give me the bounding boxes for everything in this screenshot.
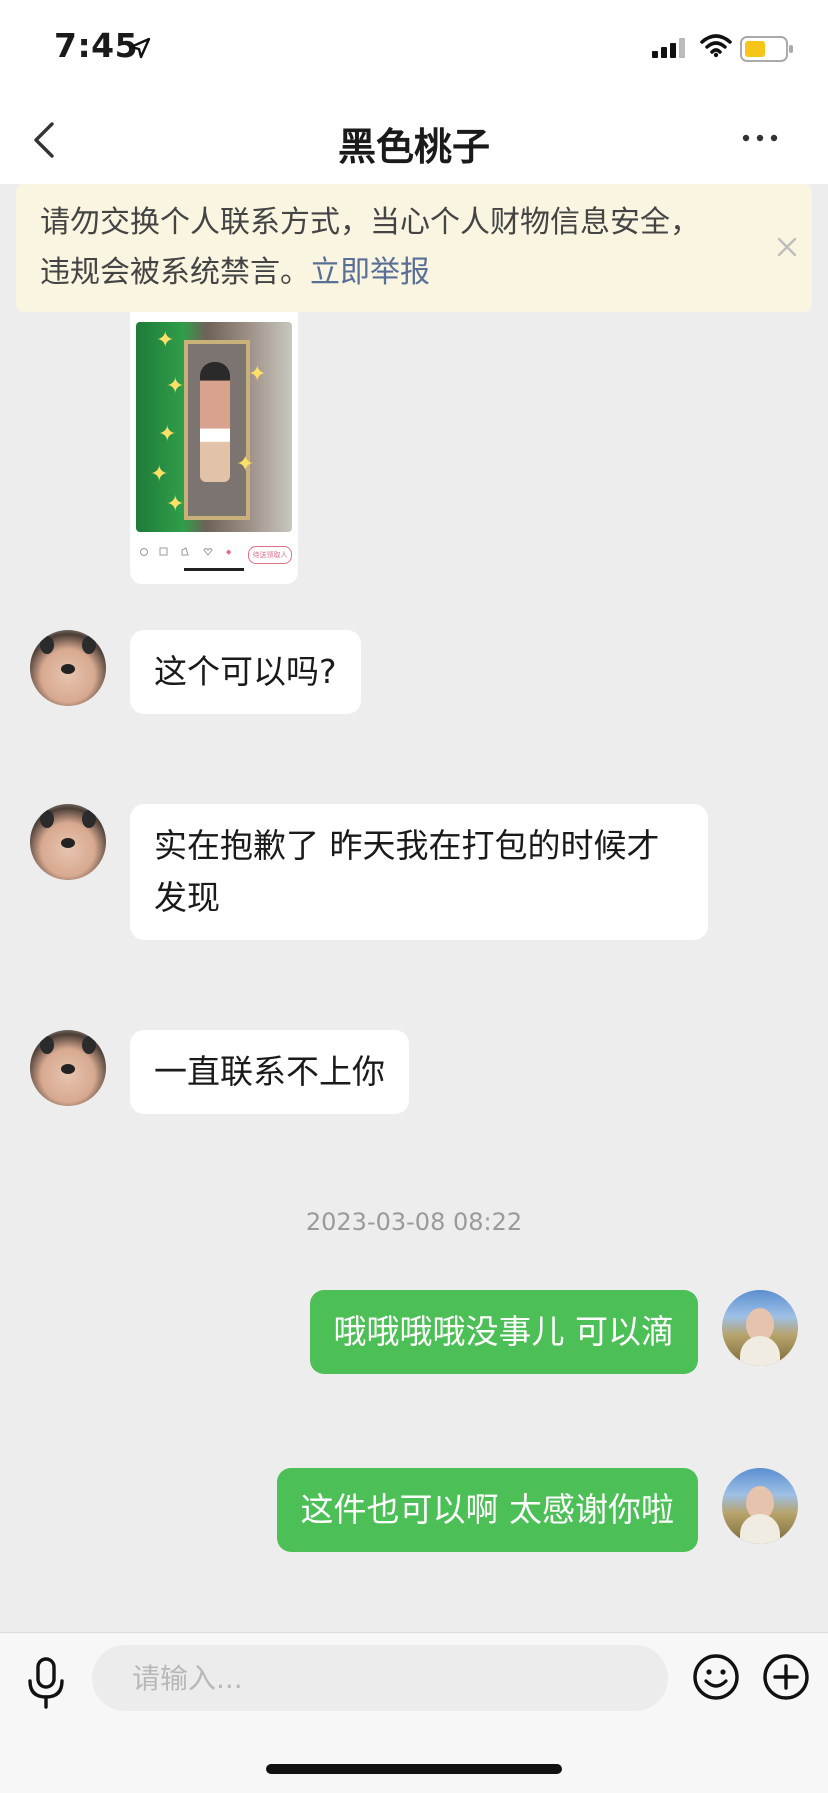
sparkle-icon: ✦ [150, 462, 169, 487]
sparkle-icon: ✦ [166, 492, 185, 517]
toolbar-icons: ◆ [140, 547, 232, 556]
location-arrow-icon [129, 37, 151, 59]
svg-text:◆: ◆ [226, 548, 232, 556]
nav-bar: 黑色桃子 [0, 96, 828, 184]
toolbar-pill-button: 待送领取人 [248, 546, 292, 564]
message-bubble-received[interactable]: 一直联系不上你 [130, 1030, 409, 1114]
report-link[interactable]: 立即举报 [310, 255, 430, 290]
notice-text: 请勿交换个人联系方式，当心个人财物信息安全，违规会被系统禁言。立即举报 [40, 198, 720, 298]
user-avatar[interactable] [722, 1290, 798, 1366]
home-indicator[interactable] [266, 1764, 562, 1774]
image-message[interactable]: ✦ ✦ ✦ ✦ ✦ ✦ ✦ ◆ 待送领取人 [130, 312, 298, 584]
sparkle-icon: ✦ [236, 452, 255, 477]
message-input[interactable] [92, 1645, 668, 1711]
contact-avatar[interactable] [30, 630, 106, 706]
sparkle-icon: ✦ [156, 328, 175, 353]
more-horizontal-icon[interactable] [740, 126, 780, 150]
signal-icon [652, 38, 685, 58]
person-figure [200, 362, 230, 482]
image-underline [184, 568, 244, 571]
message-bubble-sent[interactable]: 哦哦哦哦没事儿 可以滴 [309, 1290, 698, 1374]
message-bubble-received[interactable]: 实在抱歉了 昨天我在打包的时候才发现 [130, 804, 708, 940]
mirror-selfie-photo: ✦ ✦ ✦ ✦ ✦ ✦ ✦ [136, 322, 292, 532]
sparkle-icon: ✦ [248, 362, 267, 387]
sparkle-icon: ✦ [166, 374, 185, 399]
status-bar: 7:45 [0, 0, 828, 96]
emoji-icon[interactable] [692, 1653, 740, 1701]
page-title: 黑色桃子 [337, 125, 490, 169]
contact-avatar[interactable] [30, 804, 106, 880]
sparkle-icon: ✦ [158, 422, 177, 447]
contact-avatar[interactable] [30, 1030, 106, 1106]
status-time: 7:45 [54, 26, 139, 65]
microphone-icon[interactable] [24, 1655, 68, 1711]
wifi-icon [700, 34, 732, 58]
plus-circle-icon[interactable] [762, 1653, 810, 1701]
message-bubble-sent[interactable]: 这件也可以啊 太感谢你啦 [276, 1468, 698, 1552]
message-bubble-received[interactable]: 这个可以吗? [130, 630, 361, 714]
close-icon[interactable] [772, 232, 802, 262]
chat-timestamp: 2023-03-08 08:22 [305, 1208, 523, 1236]
safety-notice: 请勿交换个人联系方式，当心个人财物信息安全，违规会被系统禁言。立即举报 [16, 184, 812, 312]
battery-icon [740, 36, 793, 62]
user-avatar[interactable] [722, 1468, 798, 1544]
